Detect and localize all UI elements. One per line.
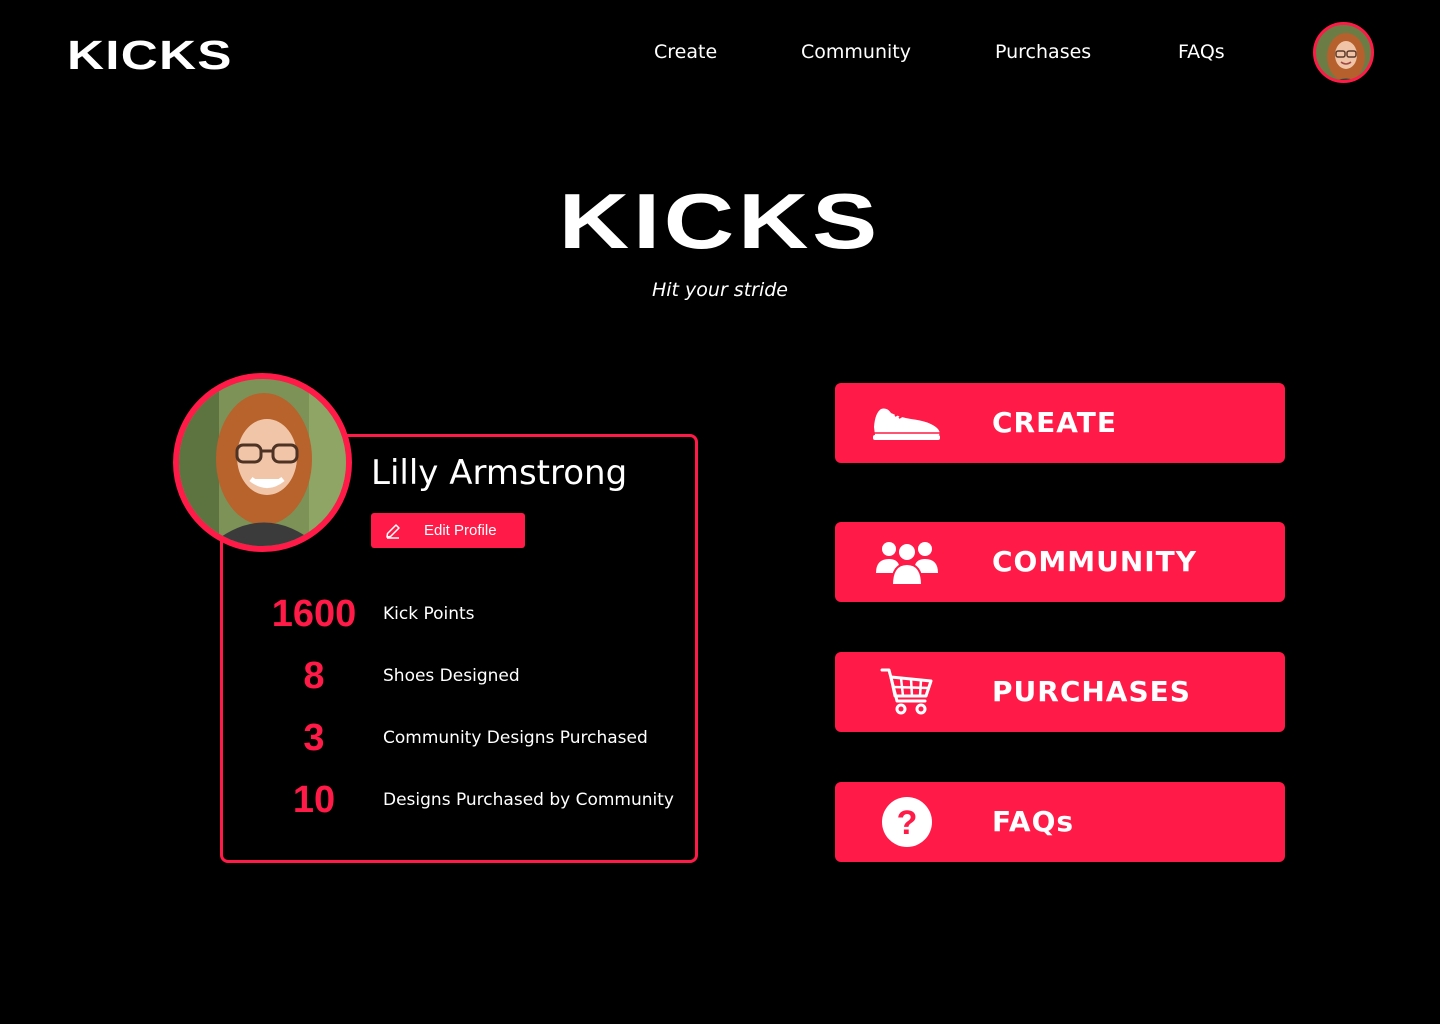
profile-name: Lilly Armstrong bbox=[371, 453, 628, 493]
create-button[interactable]: CREATE bbox=[835, 383, 1285, 463]
nav-link-faqs[interactable]: FAQs bbox=[1178, 38, 1225, 66]
stat-label: Designs Purchased by Community bbox=[383, 790, 674, 810]
nav-link-purchases[interactable]: Purchases bbox=[995, 38, 1091, 66]
purchases-button[interactable]: PURCHASES bbox=[835, 652, 1285, 732]
profile-photo-icon bbox=[179, 379, 346, 546]
cart-icon bbox=[871, 667, 943, 717]
stat-label: Shoes Designed bbox=[383, 666, 520, 686]
community-button[interactable]: COMMUNITY bbox=[835, 522, 1285, 602]
purchases-button-label: PURCHASES bbox=[992, 675, 1191, 708]
faqs-button[interactable]: ? FAQs bbox=[835, 782, 1285, 862]
create-button-label: CREATE bbox=[992, 406, 1117, 439]
edit-profile-label: Edit Profile bbox=[424, 522, 497, 539]
stat-value: 3 bbox=[303, 717, 325, 759]
stat-shoes-designed: 8 Shoes Designed bbox=[224, 654, 684, 698]
edit-profile-button[interactable]: Edit Profile bbox=[371, 513, 525, 548]
svg-text:?: ? bbox=[897, 804, 918, 842]
profile-avatar bbox=[173, 373, 352, 552]
faqs-button-label: FAQs bbox=[992, 805, 1075, 838]
stat-value: 1600 bbox=[271, 593, 357, 635]
pencil-icon bbox=[384, 522, 402, 540]
stat-label: Kick Points bbox=[383, 604, 475, 624]
people-icon bbox=[871, 537, 943, 587]
community-button-label: COMMUNITY bbox=[992, 545, 1198, 578]
stat-community-designs-purchased: 3 Community Designs Purchased bbox=[224, 716, 684, 760]
nav-link-create[interactable]: Create bbox=[654, 38, 717, 66]
stat-label: Community Designs Purchased bbox=[383, 728, 648, 748]
tagline: Hit your stride bbox=[651, 279, 788, 301]
stat-value: 10 bbox=[292, 779, 336, 821]
stat-designs-purchased-by-community: 10 Designs Purchased by Community bbox=[224, 778, 684, 822]
top-nav: Create Community Purchases FAQs bbox=[0, 38, 1440, 68]
nav-avatar[interactable] bbox=[1313, 22, 1374, 83]
stat-kick-points: 1600 Kick Points bbox=[224, 592, 684, 636]
avatar-photo-icon bbox=[1316, 25, 1371, 80]
nav-link-community[interactable]: Community bbox=[801, 38, 911, 66]
shoe-icon bbox=[871, 398, 943, 448]
hero-logo: KICKS bbox=[558, 177, 882, 265]
stat-value: 8 bbox=[303, 655, 325, 697]
question-icon: ? bbox=[871, 797, 943, 847]
